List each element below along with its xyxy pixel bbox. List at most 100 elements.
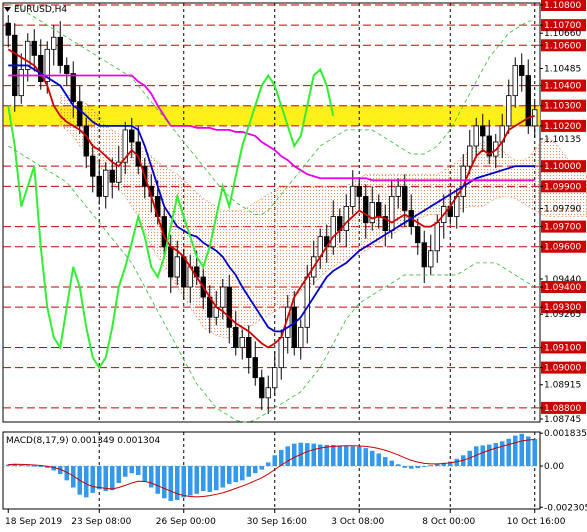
price-axis-label: 1.10000 (540, 160, 586, 173)
candle-body (350, 185, 356, 207)
candle-body (298, 326, 304, 348)
macd-bar (382, 457, 388, 467)
price-axis-label: 1.09900 (540, 180, 586, 193)
macd-bar (506, 438, 512, 467)
macd-bar (233, 466, 239, 483)
macd-bar (343, 445, 349, 467)
candle-body (168, 246, 174, 278)
candle-body (356, 185, 362, 197)
price-axis-label: 1.09100 (540, 341, 586, 354)
price-axis-label: 1.08800 (540, 401, 586, 414)
macd-bar (512, 435, 518, 467)
candle-body (291, 306, 297, 348)
candle-body (428, 250, 434, 268)
time-tick-label: 18 Sep 2019 (5, 517, 62, 527)
macd-bar (486, 444, 492, 467)
candle-body (330, 216, 336, 248)
macd-bar (259, 466, 265, 470)
candle-body (480, 125, 486, 137)
macd-bar (389, 460, 395, 467)
price-axis-label: 1.09265 (540, 310, 581, 320)
candle-body (96, 175, 102, 197)
macd-bar (239, 466, 245, 481)
macd-bar (116, 466, 122, 484)
macd-bar (168, 466, 174, 501)
chart-area[interactable]: 1.108001.107001.106601.106001.104851.104… (0, 0, 587, 532)
time-tick-label: 30 Sep 16:00 (247, 517, 307, 527)
candle-body (421, 242, 427, 268)
candle-body (506, 95, 512, 127)
macd-bar (226, 466, 232, 484)
macd-bar (181, 466, 187, 498)
macd-bar (395, 464, 401, 467)
price-tick-label: 1.09790 (544, 204, 581, 214)
candle-body (70, 73, 76, 103)
candle-body (252, 357, 258, 379)
price-axis-label: 1.10400 (540, 79, 586, 92)
candle-body (5, 22, 11, 36)
candle-body (31, 40, 37, 56)
time-tick-label: 10 Oct 16:00 (507, 517, 566, 527)
macd-bar (142, 466, 148, 482)
price-tick-label: 1.09900 (544, 182, 581, 192)
candle-body (467, 145, 473, 167)
price-axis-label: 1.09700 (540, 220, 586, 233)
macd-bar (532, 439, 538, 467)
price-axis-label: 1.10660 (540, 29, 581, 39)
macd-bar (148, 466, 154, 488)
chart-title: EURUSD,H4 (4, 5, 67, 15)
macd-bar (480, 445, 486, 467)
macd-bar (291, 443, 297, 467)
candle-body (259, 377, 265, 399)
price-axis-label: 1.10600 (540, 39, 586, 52)
price-tick-label: 1.08915 (544, 381, 581, 391)
price-axis-label: 1.09400 (540, 281, 586, 294)
macd-bar (421, 466, 427, 468)
macd-bar (207, 466, 213, 492)
candle-body (83, 125, 89, 157)
macd-bar (213, 466, 219, 491)
time-tick-label: 3 Oct 08:00 (331, 517, 384, 527)
macd-bar (252, 466, 258, 474)
macd-bar (272, 455, 278, 467)
macd-bar (408, 466, 414, 469)
macd-bar (265, 462, 271, 467)
candle-body (18, 69, 24, 97)
macd-bar (428, 465, 434, 467)
macd-bar (311, 443, 317, 467)
macd-bar (129, 466, 135, 474)
candle-body (77, 101, 83, 127)
candle-body (57, 36, 63, 66)
candle-body (402, 185, 408, 211)
candle-body (389, 195, 395, 232)
price-tick-label: 1.08800 (544, 404, 581, 414)
price-axis-label: 1.08915 (540, 381, 581, 391)
price-tick-label: 1.09265 (544, 310, 581, 320)
macd-bar (220, 466, 226, 488)
price-axis-label: 1.10800 (540, 0, 586, 11)
macd-bar (376, 453, 382, 467)
price-tick-label: 1.10600 (544, 41, 581, 51)
price-axis-label: 1.10200 (540, 119, 586, 132)
macd-bar (155, 466, 161, 494)
macd-bar (402, 466, 408, 468)
price-tick-label: 1.10135 (544, 135, 581, 145)
time-tick-label: 26 Sep 00:00 (156, 517, 216, 527)
candle-body (363, 195, 369, 223)
price-tick-label: 1.10800 (544, 1, 581, 11)
price-tick-label: 1.08745 (544, 415, 581, 425)
macd-bar (324, 444, 330, 467)
macd-bar (415, 466, 421, 469)
candle-body (519, 65, 525, 76)
price-tick-label: 1.10200 (544, 122, 581, 132)
price-axis-label: 1.09600 (540, 240, 586, 253)
candle-body (278, 336, 284, 369)
price-tick-label: 1.10485 (544, 64, 581, 74)
candle-body (343, 206, 349, 232)
candle-body (226, 286, 232, 328)
price-axis-label: 1.09790 (540, 204, 581, 214)
price-tick-label: 1.09600 (544, 243, 581, 253)
macd-bar (38, 466, 44, 468)
price-tick-label: 1.10660 (544, 29, 581, 39)
candle-body (473, 125, 479, 147)
